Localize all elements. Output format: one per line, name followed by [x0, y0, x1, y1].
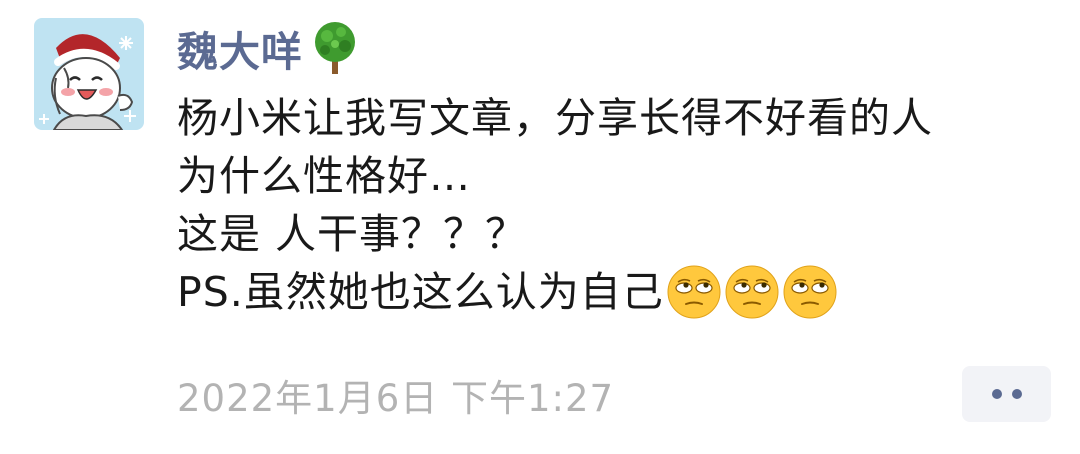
- avatar-image: [34, 18, 144, 130]
- tree-icon: [309, 20, 361, 76]
- eye-roll-emoji: [724, 264, 780, 320]
- moments-post: 魏大咩 杨小米让我写文章，分享长得不好看的人 为什么性格好… 这是 人干事？？？…: [0, 0, 1080, 454]
- eye-roll-emoji: [782, 264, 838, 320]
- post-content: 杨小米让我写文章，分享长得不好看的人 为什么性格好… 这是 人干事？？？ PS.…: [177, 89, 1057, 321]
- author-row: 魏大咩: [177, 18, 361, 78]
- eye-roll-emoji: [666, 264, 722, 320]
- author-name[interactable]: 魏大咩: [177, 18, 303, 78]
- content-line-with-emoji: PS.虽然她也这么认为自己: [177, 263, 1057, 321]
- more-dot-icon: [991, 389, 1002, 399]
- content-line: 为什么性格好…: [177, 152, 471, 200]
- content-line: PS.虽然她也这么认为自己: [177, 268, 664, 316]
- post-timestamp: 2022年1月6日 下午1:27: [177, 377, 615, 420]
- avatar[interactable]: [34, 18, 144, 130]
- more-dot-icon: [1011, 389, 1022, 399]
- more-actions-button[interactable]: [962, 366, 1051, 422]
- content-line: 杨小米让我写文章，分享长得不好看的人: [177, 94, 933, 142]
- content-line: 这是 人干事？？？: [177, 210, 528, 258]
